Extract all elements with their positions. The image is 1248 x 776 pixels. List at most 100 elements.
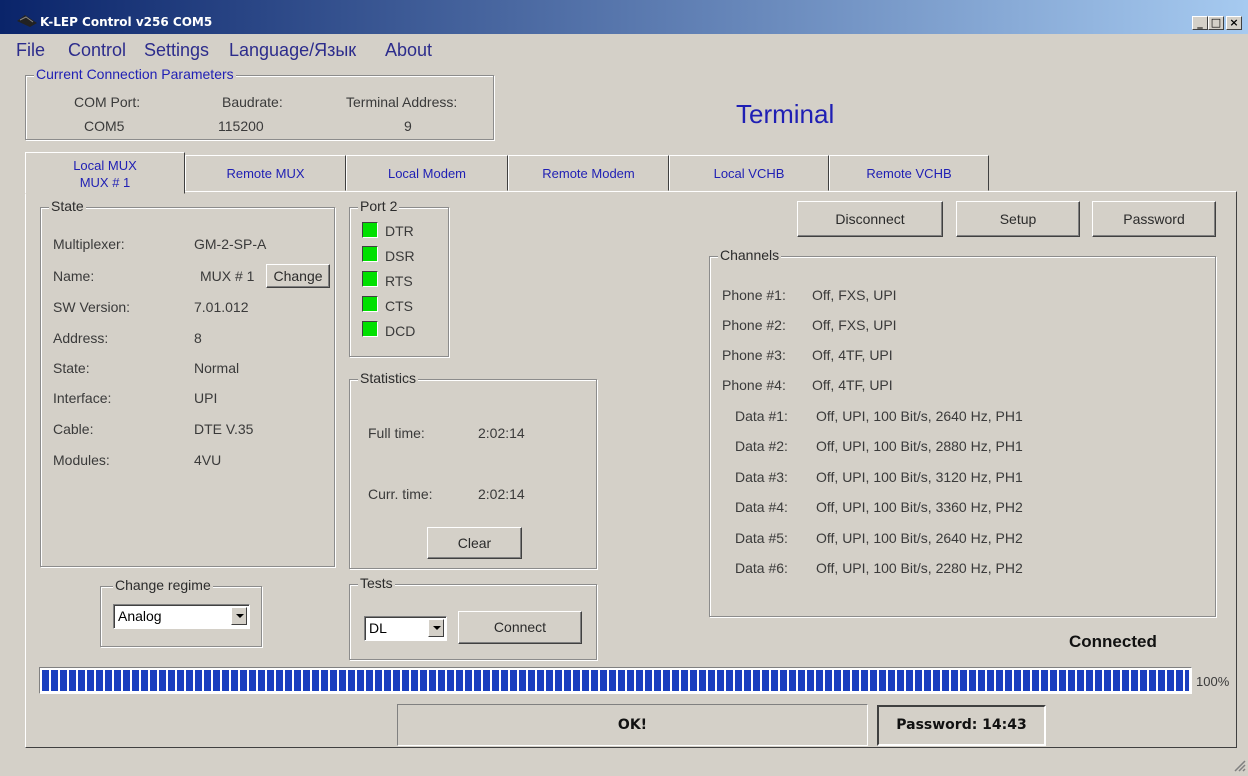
regime-select[interactable]: Analog (113, 604, 250, 629)
channel-label: Data #4: (735, 499, 788, 515)
full-time-value: 2:02:14 (478, 425, 525, 441)
com-port-label: COM Port: (74, 94, 141, 110)
progress-percent: 100% (1196, 674, 1230, 689)
channel-label: Phone #1: (722, 287, 786, 303)
multiplexer-label: Multiplexer: (53, 236, 125, 252)
sw-version-label: SW Version: (53, 299, 131, 315)
state-group: State (40, 198, 335, 567)
connection-parameters-legend: Current Connection Parameters (34, 66, 236, 82)
tab-remote-modem[interactable]: Remote Modem (508, 155, 669, 191)
channel-value: Off, 4TF, UPI (812, 347, 893, 363)
disconnect-button[interactable]: Disconnect (797, 201, 943, 237)
rts-label: RTS (385, 273, 413, 289)
channel-value: Off, UPI, 100 Bit/s, 3360 Hz, PH2 (816, 499, 1023, 515)
channel-value: Off, UPI, 100 Bit/s, 2640 Hz, PH2 (816, 530, 1023, 546)
name-value: MUX # 1 (200, 268, 255, 284)
tab-local-mux-sublabel: MUX # 1 (79, 175, 131, 190)
name-label: Name: (53, 268, 95, 284)
connect-button[interactable]: Connect (458, 611, 582, 644)
dcd-label: DCD (385, 323, 416, 339)
tab-local-mux-label: Local MUX (73, 158, 137, 173)
channel-value: Off, FXS, UPI (812, 287, 897, 303)
channel-value: Off, UPI, 100 Bit/s, 3120 Hz, PH1 (816, 469, 1023, 485)
menu-control[interactable]: Control (68, 40, 126, 61)
change-regime-legend: Change regime (113, 577, 213, 593)
dcd-led-icon (362, 321, 378, 337)
test-select-value: DL (369, 620, 387, 636)
curr-time-value: 2:02:14 (478, 486, 525, 502)
channel-label: Data #2: (735, 438, 788, 454)
dsr-label: DSR (385, 248, 415, 264)
channel-label: Data #5: (735, 530, 788, 546)
minimize-button[interactable]: _ (1192, 16, 1208, 30)
channel-value: Off, UPI, 100 Bit/s, 2880 Hz, PH1 (816, 438, 1023, 454)
state-value: Normal (194, 360, 240, 376)
channel-value: Off, FXS, UPI (812, 317, 897, 333)
terminal-address-label: Terminal Address: (346, 94, 458, 110)
modules-value: 4VU (194, 452, 222, 468)
page-heading: Terminal (736, 99, 835, 129)
window-title: K-LEP Control v256 COM5 (40, 15, 213, 29)
password-timer: Password: 14:43 (877, 705, 1046, 746)
baudrate-label: Baudrate: (222, 94, 283, 110)
interface-value: UPI (194, 390, 218, 406)
channel-value: Off, 4TF, UPI (812, 377, 893, 393)
status-message: OK! (397, 704, 868, 746)
address-value: 8 (194, 330, 202, 346)
cable-value: DTE V.35 (194, 421, 254, 437)
channel-label: Phone #4: (722, 377, 786, 393)
state-label: State: (53, 360, 90, 376)
dsr-led-icon (362, 246, 378, 262)
progress-fill (42, 670, 1189, 691)
channel-value: Off, UPI, 100 Bit/s, 2640 Hz, PH1 (816, 408, 1023, 424)
regime-select-value: Analog (118, 608, 162, 624)
menu-about[interactable]: About (385, 40, 432, 61)
tab-local-mux[interactable]: Local MUX MUX # 1 (25, 152, 185, 194)
port-legend: Port 2 (358, 198, 400, 214)
state-legend: State (49, 198, 86, 214)
terminal-address-value: 9 (404, 118, 412, 134)
full-time-label: Full time: (368, 425, 425, 441)
chevron-down-icon[interactable] (428, 619, 444, 637)
sw-version-value: 7.01.012 (194, 299, 249, 315)
password-button[interactable]: Password (1092, 201, 1216, 237)
change-name-button[interactable]: Change (266, 264, 330, 288)
tab-remote-mux[interactable]: Remote MUX (185, 155, 346, 191)
tab-local-vchb[interactable]: Local VCHB (669, 155, 829, 191)
cable-label: Cable: (53, 421, 94, 437)
app-icon (16, 14, 38, 28)
address-label: Address: (53, 330, 109, 346)
connection-status: Connected (1069, 632, 1157, 651)
chevron-down-icon[interactable] (231, 607, 247, 625)
menu-language[interactable]: Language/Язык (229, 40, 356, 61)
tab-local-modem[interactable]: Local Modem (346, 155, 508, 191)
rts-led-icon (362, 271, 378, 287)
menu-settings[interactable]: Settings (144, 40, 209, 61)
dtr-led-icon (362, 222, 378, 238)
setup-button[interactable]: Setup (956, 201, 1080, 237)
menu-file[interactable]: File (16, 40, 45, 61)
resize-grip-icon[interactable] (1232, 758, 1246, 776)
dtr-label: DTR (385, 223, 414, 239)
baudrate-value: 115200 (218, 118, 264, 134)
close-button[interactable]: × (1226, 16, 1242, 30)
multiplexer-value: GM-2-SP-A (194, 236, 267, 252)
tests-legend: Tests (358, 575, 395, 591)
maximize-button[interactable]: □ (1208, 16, 1224, 30)
channel-label: Phone #2: (722, 317, 786, 333)
modules-label: Modules: (53, 452, 110, 468)
clear-button[interactable]: Clear (427, 527, 522, 559)
test-select[interactable]: DL (364, 616, 447, 641)
channel-label: Data #1: (735, 408, 788, 424)
channel-value: Off, UPI, 100 Bit/s, 2280 Hz, PH2 (816, 560, 1023, 576)
statistics-legend: Statistics (358, 370, 419, 386)
channel-label: Data #6: (735, 560, 788, 576)
channel-label: Phone #3: (722, 347, 786, 363)
com-port-value: COM5 (84, 118, 125, 134)
channel-label: Data #3: (735, 469, 788, 485)
channels-legend: Channels (718, 247, 782, 263)
interface-label: Interface: (53, 390, 112, 406)
cts-led-icon (362, 296, 378, 312)
curr-time-label: Curr. time: (368, 486, 433, 502)
tab-remote-vchb[interactable]: Remote VCHB (829, 155, 989, 191)
